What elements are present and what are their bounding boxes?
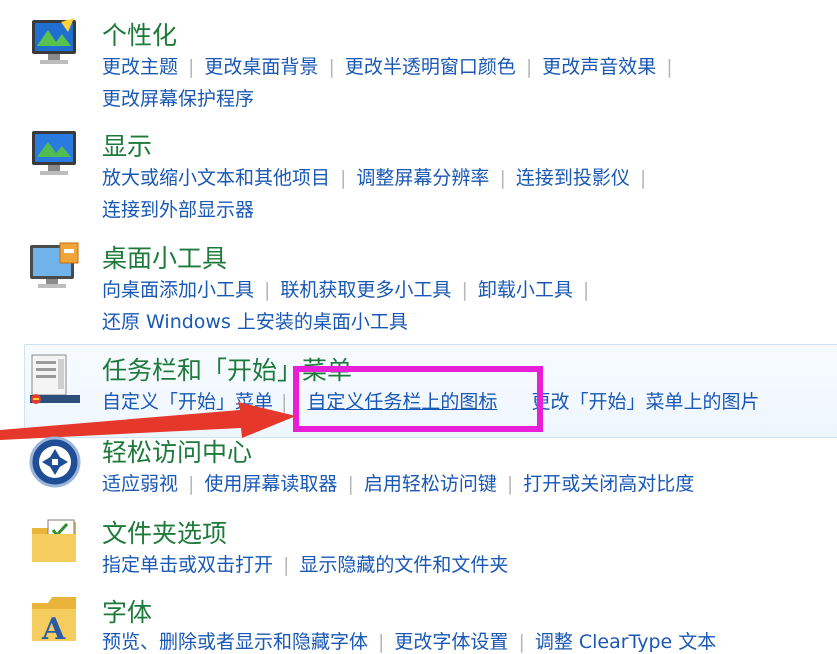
separator: | (340, 167, 347, 189)
separator: | (525, 56, 533, 78)
taskbar-icon[interactable] (28, 353, 82, 407)
separator: | (639, 167, 647, 189)
separator: | (188, 473, 195, 495)
separator: | (188, 56, 195, 78)
link-get-more-gadgets[interactable]: 联机获取更多小工具 (280, 279, 451, 301)
link-change-sound-effects[interactable]: 更改声音效果 (542, 56, 656, 78)
links-line: 更改主题 | 更改桌面背景 | 更改半透明窗口颜色 | 更改声音效果 | (102, 52, 683, 79)
separator: | (328, 56, 335, 78)
links-line: 放大或缩小文本和其他项目 | 调整屏幕分辨率 | 连接到投影仪 | (102, 163, 656, 190)
link-restore-gadgets[interactable]: 还原 Windows 上安装的桌面小工具 (102, 311, 408, 333)
separator: | (518, 631, 525, 653)
separator: | (283, 554, 290, 576)
link-change-theme[interactable]: 更改主题 (102, 56, 178, 78)
link-screen-reader[interactable]: 使用屏幕读取器 (204, 473, 337, 495)
link-single-double-click[interactable]: 指定单击或双击打开 (102, 554, 273, 576)
svg-text:A: A (41, 612, 66, 647)
section-title[interactable]: 字体 (102, 593, 152, 629)
link-show-hidden-files[interactable]: 显示隐藏的文件和文件夹 (299, 554, 508, 576)
link-change-screensaver[interactable]: 更改屏幕保护程序 (102, 88, 254, 110)
folder-options-icon[interactable] (28, 514, 82, 568)
separator: | (461, 279, 468, 301)
links-line: 指定单击或双击打开 | 显示隐藏的文件和文件夹 (102, 550, 508, 577)
section-title[interactable]: 轻松访问中心 (102, 433, 252, 469)
link-manage-fonts[interactable]: 预览、删除或者显示和隐藏字体 (102, 631, 368, 653)
section-title[interactable]: 个性化 (102, 16, 177, 52)
links-line: 适应弱视 | 使用屏幕读取器 | 启用轻松访问键 | 打开或关闭高对比度 (102, 469, 694, 496)
personalization-monitor-icon[interactable] (28, 16, 82, 70)
link-connect-projector[interactable]: 连接到投影仪 (516, 167, 630, 189)
separator: | (378, 631, 385, 653)
link-uninstall-gadget[interactable]: 卸载小工具 (478, 279, 573, 301)
separator: | (582, 279, 590, 301)
link-change-start-menu-picture[interactable]: 更改「开始」菜单上的图片 (517, 391, 759, 413)
section-title[interactable]: 文件夹选项 (102, 514, 227, 550)
separator: | (347, 473, 354, 495)
highlight-box (293, 366, 543, 432)
link-font-settings[interactable]: 更改字体设置 (394, 631, 508, 653)
link-add-gadgets[interactable]: 向桌面添加小工具 (102, 279, 254, 301)
links-line: 更改屏幕保护程序 (102, 84, 254, 111)
separator: | (264, 279, 271, 301)
ease-of-access-icon[interactable] (28, 435, 82, 489)
links-line: 向桌面添加小工具 | 联机获取更多小工具 | 卸载小工具 | (102, 275, 599, 302)
link-adjust-resolution[interactable]: 调整屏幕分辨率 (356, 167, 489, 189)
links-line: 还原 Windows 上安装的桌面小工具 (102, 307, 408, 334)
fonts-icon[interactable]: A (28, 593, 82, 647)
link-change-window-color[interactable]: 更改半透明窗口颜色 (345, 56, 516, 78)
link-resize-text[interactable]: 放大或缩小文本和其他项目 (102, 167, 330, 189)
separator: | (506, 473, 514, 495)
section-title[interactable]: 桌面小工具 (102, 239, 227, 275)
separator: | (499, 167, 506, 189)
link-connect-external-display[interactable]: 连接到外部显示器 (102, 199, 254, 221)
link-cleartype[interactable]: 调整 ClearType 文本 (535, 631, 716, 653)
link-high-contrast[interactable]: 打开或关闭高对比度 (523, 473, 694, 495)
link-low-vision[interactable]: 适应弱视 (102, 473, 178, 495)
separator: | (666, 56, 673, 78)
link-change-desktop-background[interactable]: 更改桌面背景 (204, 56, 318, 78)
links-line: 预览、删除或者显示和隐藏字体 | 更改字体设置 | 调整 ClearType 文本 (102, 627, 716, 654)
gadgets-monitor-icon[interactable] (28, 239, 82, 293)
links-line: 连接到外部显示器 (102, 195, 254, 222)
section-title[interactable]: 显示 (102, 127, 152, 163)
link-ease-access-keys[interactable]: 启用轻松访问键 (364, 473, 497, 495)
display-monitor-icon[interactable] (28, 127, 82, 181)
